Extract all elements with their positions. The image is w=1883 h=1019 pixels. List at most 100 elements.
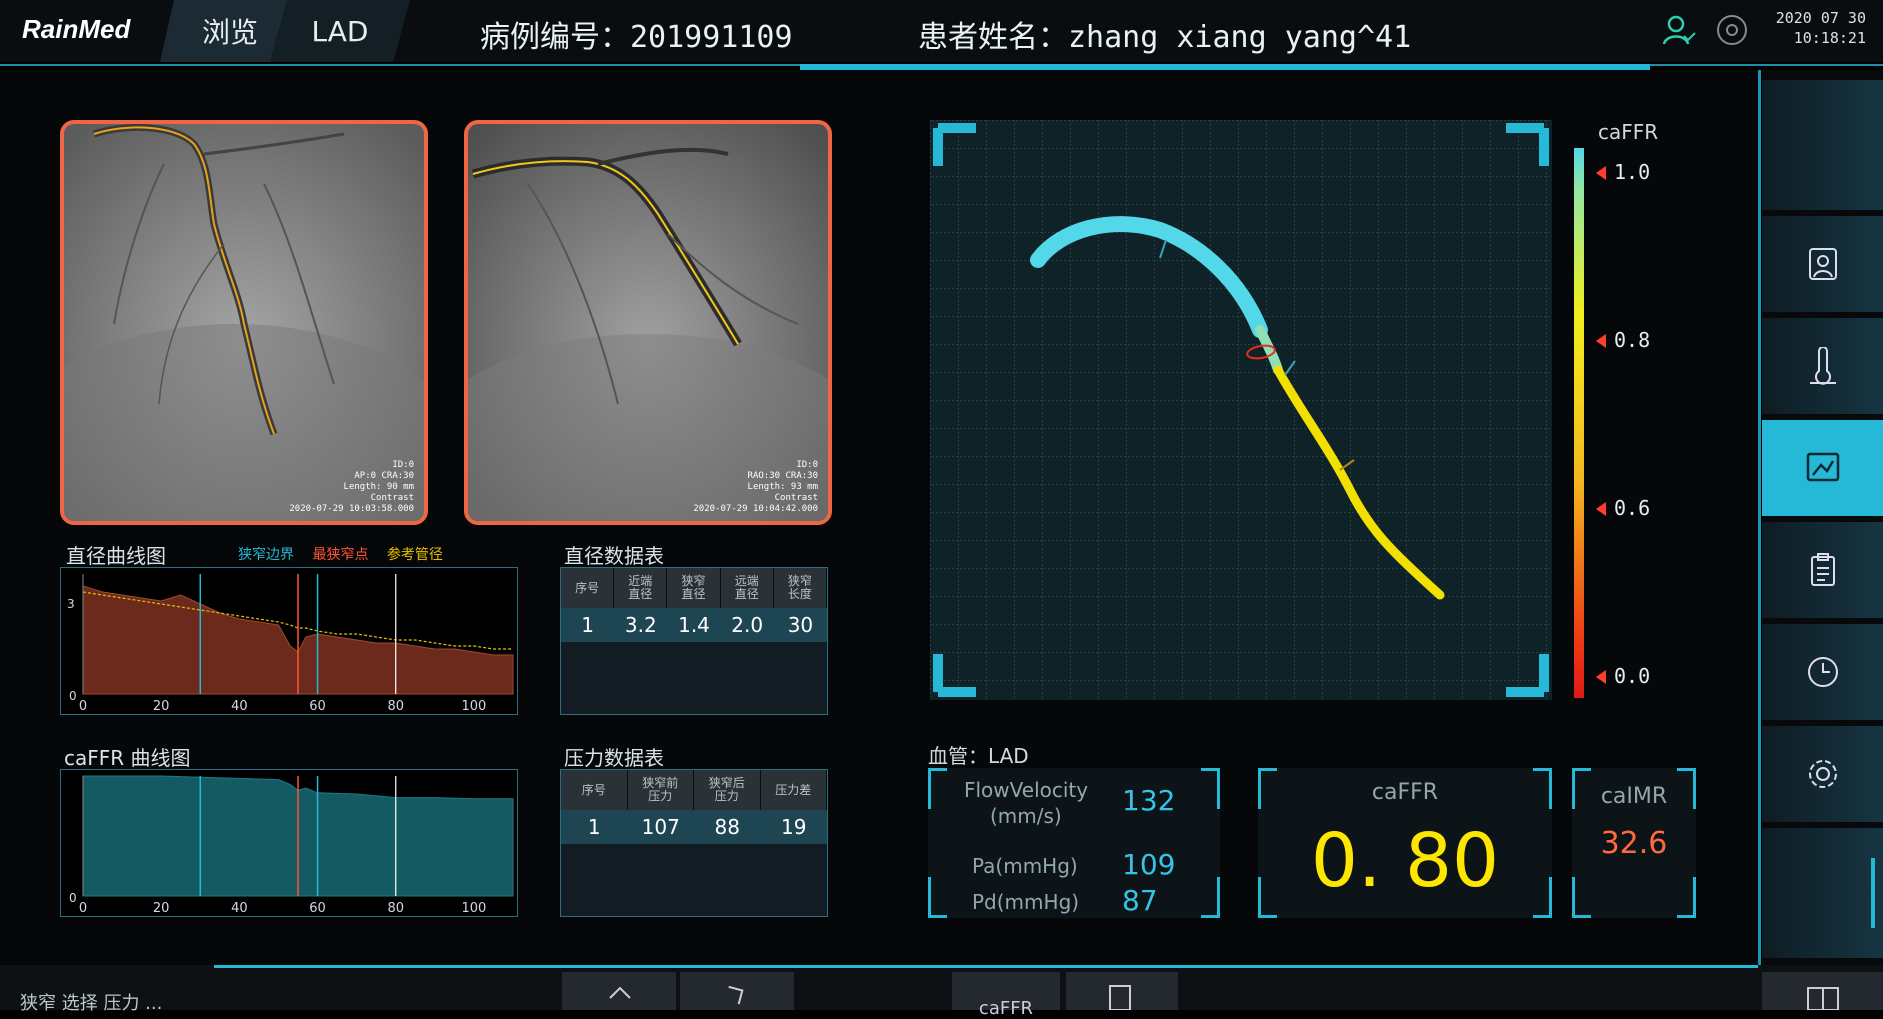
disc-icon[interactable] xyxy=(1714,12,1750,48)
x-tick-label: 40 xyxy=(231,901,248,916)
table-header-row: 序号 近端 直径 狭窄 直径 远端 直径 狭窄 长度 xyxy=(561,568,828,608)
user-icon[interactable] xyxy=(1660,12,1696,48)
flow-value: 132 xyxy=(1122,784,1176,817)
patient-value: zhang xiang yang^41 xyxy=(1068,20,1412,55)
x-tick-label: 60 xyxy=(309,699,326,714)
report-image-icon xyxy=(1806,452,1839,482)
th-length: 狭窄 长度 xyxy=(774,568,828,608)
settings-icon xyxy=(1808,760,1837,788)
date-text: 2020 07 30 xyxy=(1775,9,1866,27)
x-tick-label: 100 xyxy=(461,901,486,916)
x-tick-label: 80 xyxy=(387,699,404,714)
sidebar-item-patient[interactable] xyxy=(1762,216,1883,312)
export-button[interactable] xyxy=(1066,972,1178,1011)
vessel-label-prefix: 血管： xyxy=(928,744,988,768)
sidebar-divider xyxy=(1758,70,1761,970)
caption-length: Length: 93 mm xyxy=(747,482,818,492)
sidebar-scrollbar[interactable] xyxy=(1871,858,1875,928)
y-zero-label: 0 xyxy=(69,689,77,703)
caffr-chart-title: caFFR 曲线图 xyxy=(64,746,191,770)
pd-value: 87 xyxy=(1122,884,1158,917)
th-proximal: 近端 直径 xyxy=(614,568,668,608)
diameter-table-title: 直径数据表 xyxy=(564,544,664,568)
tab-vessel[interactable]: LAD xyxy=(270,0,410,62)
back-button[interactable] xyxy=(562,972,676,1010)
vessel-render xyxy=(930,120,1552,700)
caption-angle: RAO:30 CRA:30 xyxy=(747,471,818,481)
x-tick-label: 20 xyxy=(153,901,170,916)
case-label: 病例编号： xyxy=(480,20,630,55)
angio-caption-1: ID:0 AP:0 CRA:30 Length: 90 mm Contrast … xyxy=(289,460,414,515)
caffr-card: caFFR 0. 80 xyxy=(1258,768,1552,918)
legend-item-reference: 参考管径 xyxy=(386,547,443,563)
y-tick-label: 3 xyxy=(67,597,75,611)
x-tick-label: 20 xyxy=(153,699,170,714)
th-index: 序号 xyxy=(561,770,628,810)
caffr-color-scale xyxy=(1574,148,1584,698)
caption-length: Length: 90 mm xyxy=(343,482,414,492)
angio-view-1[interactable]: ID:0 AP:0 CRA:30 Length: 90 mm Contrast … xyxy=(60,120,428,525)
caption-id: ID:0 xyxy=(392,460,414,470)
caption-time: 2020-07-29 10:04:42.000 xyxy=(693,504,818,514)
top-bar: RainMed 浏览 LAD 病例编号：201991109 患者姓名：zhang… xyxy=(0,0,1883,62)
bottom-status-text: 狭窄 选择 压力 ... xyxy=(20,993,163,1014)
cell-index: 1 xyxy=(587,815,601,839)
clock-icon xyxy=(1807,657,1838,687)
pressure-table-title: 压力数据表 xyxy=(564,746,664,770)
pa-value: 109 xyxy=(1122,848,1176,881)
y-zero-label: 0 xyxy=(69,891,77,905)
forward-button[interactable] xyxy=(680,972,794,1010)
case-id: 201991109 xyxy=(630,20,793,55)
sidebar-item-report-image[interactable] xyxy=(1762,420,1883,516)
case-number: 病例编号：201991109 xyxy=(480,12,793,56)
x-tick-label: 100 xyxy=(461,699,486,714)
layout-icon xyxy=(1807,987,1839,1011)
sidebar-item-measure[interactable] xyxy=(1762,318,1883,414)
sidebar-item-history[interactable] xyxy=(1762,624,1883,720)
diameter-chart[interactable]: 0 20 40 60 80 100 0 3 xyxy=(60,567,518,715)
cell-distal: 2.0 xyxy=(731,613,764,637)
table-header-row: 序号 狭窄前 压力 狭窄后 压力 压力差 xyxy=(561,770,827,810)
scale-tick-2: 0.8 xyxy=(1596,328,1650,352)
cell-proximal: 3.2 xyxy=(624,613,657,637)
caption-id: ID:0 xyxy=(796,460,818,470)
pressure-table: 序号 狭窄前 压力 狭窄后 压力 压力差 1 107 88 19 xyxy=(560,769,828,917)
sidebar-item-settings[interactable] xyxy=(1762,726,1883,822)
scale-tick-4: 0.0 xyxy=(1596,664,1650,688)
caption-time: 2020-07-29 10:03:58.000 xyxy=(289,504,414,514)
table-row[interactable]: 1 3.2 1.4 2.0 30 xyxy=(561,608,827,642)
x-tick-label: 40 xyxy=(231,699,248,714)
vessel-3d-viewer[interactable] xyxy=(930,120,1552,700)
caption-contrast: Contrast xyxy=(774,493,818,503)
patient-card-icon xyxy=(1808,248,1837,280)
back-arrow-icon xyxy=(609,986,631,999)
sidebar-item-report[interactable] xyxy=(1762,522,1883,618)
thermometer-icon xyxy=(1809,347,1836,385)
vessel-label: 血管：LAD xyxy=(928,740,1029,769)
flow-unit: (mm/s) xyxy=(990,804,1062,828)
caffr-button-label: caFFR xyxy=(978,998,1034,1019)
cell-post-pressure: 88 xyxy=(714,815,740,839)
caffr-label: caFFR xyxy=(1371,780,1439,805)
patient-label: 患者姓名： xyxy=(918,20,1068,55)
vessel-name: LAD xyxy=(988,744,1029,768)
caimr-label: caIMR xyxy=(1600,784,1668,809)
caffr-chart[interactable]: 0 20 40 60 80 100 0 xyxy=(60,769,518,917)
angio-view-2[interactable]: ID:0 RAO:30 CRA:30 Length: 93 mm Contras… xyxy=(464,120,832,525)
pd-label: Pd(mmHg) xyxy=(972,890,1080,914)
th-index: 序号 xyxy=(561,568,615,608)
diameter-table: 序号 近端 直径 狭窄 直径 远端 直径 狭窄 长度 1 3.2 1.4 2.0… xyxy=(560,567,828,715)
layout-button[interactable] xyxy=(1762,972,1883,1011)
caimr-card: caIMR 32.6 xyxy=(1572,768,1696,918)
sidebar-bottom-panel xyxy=(1762,828,1883,958)
angio-caption-2: ID:0 RAO:30 CRA:30 Length: 93 mm Contras… xyxy=(693,460,818,515)
scale-title: caFFR xyxy=(1598,120,1659,144)
cell-index: 1 xyxy=(581,613,594,637)
bottom-toolbar: 狭窄 选择 压力 ... xyxy=(0,965,1883,1014)
scale-tick-3: 0.6 xyxy=(1596,496,1650,520)
table-row[interactable]: 1 107 88 19 xyxy=(561,810,827,844)
time-text: 10:18:21 xyxy=(1793,29,1866,47)
diameter-legend: 狭窄边界 最狭窄点 参考管径 xyxy=(238,544,443,564)
caffr-button[interactable]: caFFR xyxy=(952,972,1060,1019)
datetime: 2020 07 30 10:18:21 xyxy=(1766,8,1866,48)
